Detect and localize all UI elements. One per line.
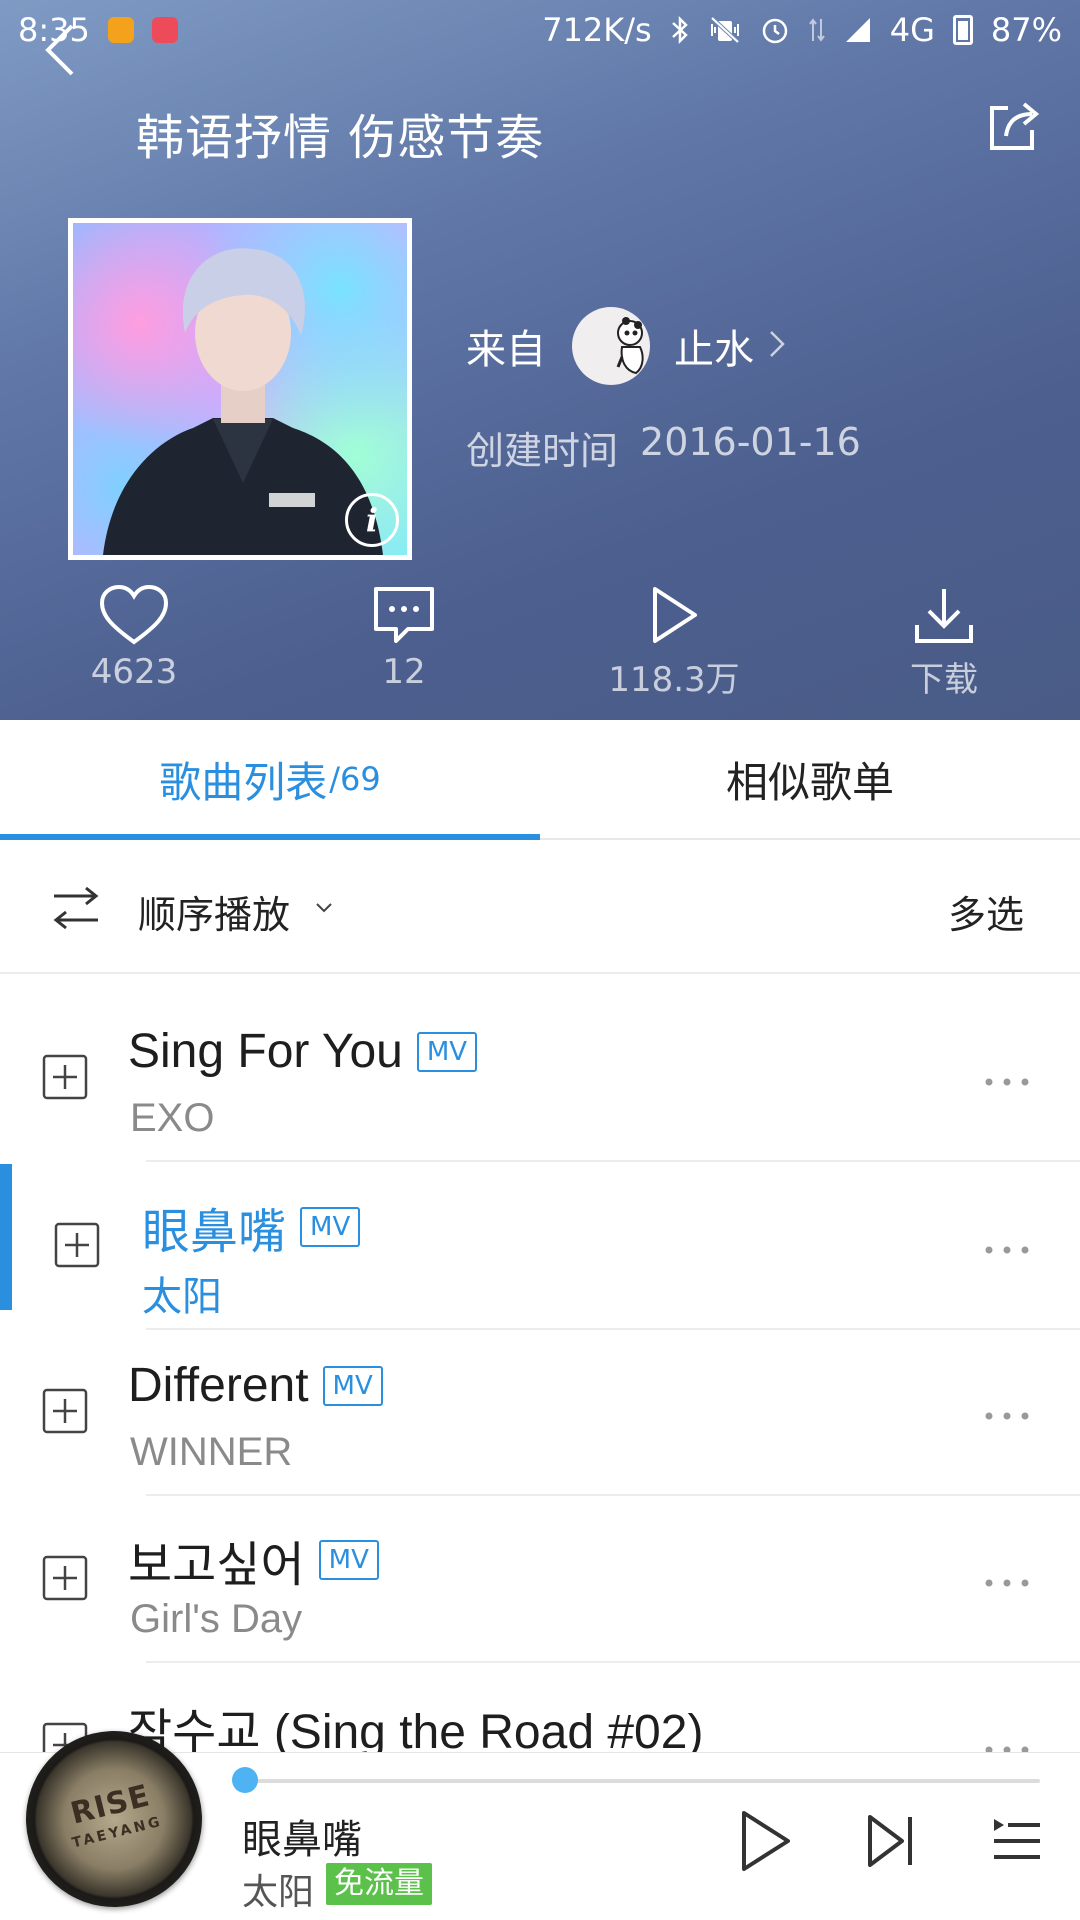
heart-icon	[98, 580, 170, 650]
progress-bar[interactable]	[232, 1767, 1040, 1793]
chevron-left-icon	[45, 24, 74, 76]
free-data-badge: 免流量	[326, 1863, 432, 1905]
song-title: 眼鼻嘴	[142, 1206, 287, 1259]
row-divider	[146, 1494, 1080, 1496]
comment-count: 12	[382, 652, 426, 692]
now-playing-artist: 太阳	[242, 1872, 315, 1913]
status-bar: 8:35 712K/s 4G 87%	[0, 0, 1080, 60]
action-row: 4623 12 118.3万 下载	[0, 580, 1080, 710]
avatar	[572, 307, 650, 385]
creator-name: 止水	[674, 327, 754, 373]
song-title: 보고싶어	[128, 1539, 305, 1592]
song-row-4[interactable]: 보고싶어 MV Girl's Day	[0, 1497, 1080, 1663]
comment-button[interactable]: 12	[304, 580, 504, 710]
more-options-icon[interactable]	[984, 1072, 1030, 1091]
like-count: 4623	[90, 652, 178, 692]
row-divider	[146, 1160, 1080, 1162]
share-button[interactable]	[986, 98, 1046, 162]
now-playing-indicator	[0, 1164, 12, 1310]
play-button[interactable]	[738, 1809, 794, 1877]
song-row-3[interactable]: Different MV WINNER	[0, 1330, 1080, 1496]
chevron-down-icon[interactable]	[314, 900, 334, 919]
add-icon[interactable]	[54, 1222, 100, 1268]
tab-song-list-label: 歌曲列表	[159, 757, 328, 807]
battery-icon	[952, 15, 973, 45]
tab-similar-label: 相似歌单	[725, 757, 894, 807]
tab-song-count: /69	[329, 760, 381, 798]
download-button[interactable]: 下载	[844, 580, 1044, 710]
play-icon	[742, 1811, 790, 1871]
add-icon[interactable]	[42, 1054, 88, 1100]
mv-badge[interactable]: MV	[416, 1031, 478, 1072]
song-title: Sing For You	[128, 1025, 403, 1078]
tab-similar-playlists[interactable]: 相似歌单	[540, 720, 1080, 838]
more-options-icon[interactable]	[984, 1240, 1030, 1259]
now-playing-bar[interactable]: RISE TAEYANG 眼鼻嘴 太阳 免流量	[0, 1712, 1080, 1920]
tab-song-list[interactable]: 歌曲列表/69	[0, 720, 540, 838]
now-playing-title: 眼鼻嘴	[242, 1817, 362, 1863]
created-date: 2016-01-16	[640, 420, 861, 464]
comment-icon	[372, 580, 436, 650]
created-info: 创建时间 2016-01-16	[466, 420, 861, 475]
mv-badge[interactable]: MV	[322, 1365, 383, 1406]
share-icon	[990, 102, 1040, 150]
queue-list-icon	[994, 1819, 1040, 1859]
net-speed: 712K/s	[542, 11, 652, 49]
mv-badge[interactable]: MV	[318, 1540, 379, 1580]
signal-icon	[844, 16, 872, 44]
next-button[interactable]	[866, 1813, 916, 1873]
tab-bar: 歌曲列表/69 相似歌单	[0, 720, 1080, 840]
mute-vibrate-icon	[708, 15, 742, 45]
download-icon	[913, 580, 975, 650]
bluetooth-icon	[670, 15, 690, 45]
panda-avatar-icon	[616, 317, 644, 375]
progress-knob[interactable]	[232, 1767, 258, 1793]
add-icon[interactable]	[42, 1388, 88, 1434]
mv-badge[interactable]: MV	[300, 1207, 361, 1247]
song-artist: WINNER	[130, 1430, 293, 1474]
play-count: 118.3万	[608, 660, 740, 700]
app-k-icon	[107, 17, 134, 43]
song-artist: Girl's Day	[130, 1597, 303, 1641]
alarm-icon	[760, 15, 790, 45]
song-row-2-playing[interactable]: 眼鼻嘴 MV 太阳	[0, 1164, 1080, 1330]
chevron-right-icon	[768, 323, 786, 369]
playmode-bar: 顺序播放 多选	[0, 842, 1080, 974]
song-artist: 太阳	[142, 1275, 222, 1319]
data-arrows-icon	[808, 15, 826, 45]
sequential-play-icon[interactable]	[52, 886, 100, 934]
multi-select-button[interactable]: 多选	[948, 884, 1024, 939]
tab-indicator	[0, 834, 540, 840]
network-type: 4G	[889, 11, 935, 49]
skip-next-icon	[868, 1815, 912, 1867]
add-icon[interactable]	[42, 1555, 88, 1601]
app-red-icon	[151, 17, 178, 43]
song-title: Different	[128, 1359, 309, 1412]
back-button[interactable]	[40, 18, 100, 82]
battery-percent: 87%	[990, 11, 1062, 49]
like-button[interactable]: 4623	[34, 580, 234, 710]
page-title: 韩语抒情 伤感节奏	[136, 110, 545, 166]
download-label: 下载	[910, 660, 978, 700]
playlist-cover[interactable]: i	[68, 218, 412, 560]
play-icon	[649, 580, 699, 650]
from-label: 来自	[466, 327, 546, 373]
playmode-dropdown[interactable]: 顺序播放	[138, 884, 290, 939]
song-artist: EXO	[130, 1096, 215, 1140]
more-options-icon[interactable]	[984, 1573, 1030, 1592]
play-all-button[interactable]: 118.3万	[574, 580, 774, 710]
info-icon[interactable]: i	[345, 493, 399, 547]
created-label: 创建时间	[466, 429, 619, 473]
playlist-queue-button[interactable]	[992, 1815, 1042, 1869]
more-options-icon[interactable]	[984, 1406, 1030, 1425]
playlist-header: 8:35 712K/s 4G 87% 韩语抒情 伤感节奏 i 来自 止水 创建时…	[0, 0, 1080, 720]
row-divider	[146, 1661, 1080, 1663]
creator-row[interactable]: 来自 止水	[466, 306, 786, 386]
song-row-1[interactable]: Sing For You MV EXO	[0, 996, 1080, 1162]
